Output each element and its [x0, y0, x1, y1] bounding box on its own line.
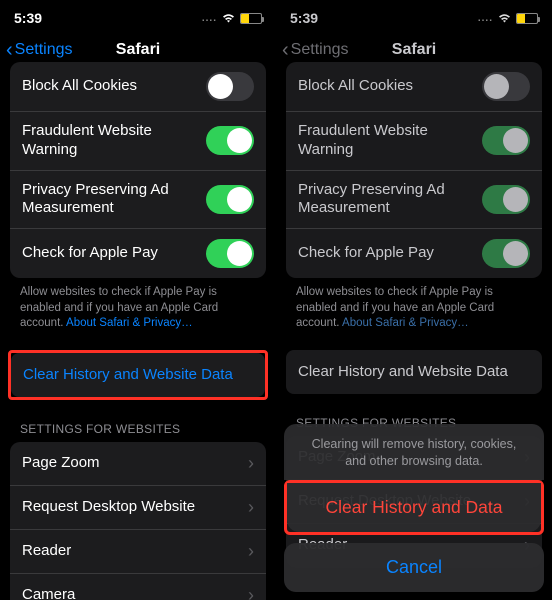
websites-group: Page Zoom› Request Desktop Website› Read… [10, 442, 266, 600]
row-reader[interactable]: Reader› [10, 530, 266, 574]
sheet-message: Clearing will remove history, cookies, a… [284, 424, 544, 480]
cellular-icon: .... [478, 13, 493, 24]
battery-icon [240, 13, 262, 24]
row-label: Block All Cookies [22, 77, 206, 96]
row-fraudulent[interactable]: Fraudulent Website Warning [10, 112, 266, 171]
row-desktop[interactable]: Request Desktop Website› [10, 486, 266, 530]
status-bar: 5:39 .... [0, 0, 276, 30]
chevron-left-icon: ‹ [6, 40, 13, 60]
left-screenshot: 5:39 .... ‹ Settings Safari Block All Co… [0, 0, 276, 600]
privacy-link[interactable]: About Safari & Privacy… [66, 317, 193, 329]
cellular-icon: .... [202, 13, 217, 24]
privacy-group: Block All Cookies Fraudulent Website War… [286, 62, 542, 278]
back-label: Settings [15, 41, 73, 59]
chevron-right-icon: › [248, 585, 254, 600]
row-label: Check for Apple Pay [22, 244, 206, 263]
privacy-footer: Allow websites to check if Apple Pay is … [0, 278, 276, 332]
wifi-icon [497, 11, 512, 26]
sheet-clear-button[interactable]: Clear History and Data [287, 483, 541, 532]
row-fraudulent: Fraudulent Website Warning [286, 112, 542, 171]
toggle-block-cookies[interactable] [206, 72, 254, 101]
nav-bar: ‹ Settings Safari [276, 30, 552, 70]
privacy-footer: Allow websites to check if Apple Pay is … [276, 278, 552, 332]
toggle-fraudulent[interactable] [206, 126, 254, 155]
right-screenshot: 5:39 .... ‹ Settings Safari Block All Co… [276, 0, 552, 600]
chevron-right-icon: › [248, 453, 254, 474]
back-label: Settings [291, 41, 349, 59]
row-ppam: Privacy Preserving Ad Measurement [286, 171, 542, 230]
row-ppam[interactable]: Privacy Preserving Ad Measurement [10, 171, 266, 230]
chevron-left-icon: ‹ [282, 40, 289, 60]
row-label: Fraudulent Website Warning [22, 122, 206, 160]
battery-icon [516, 13, 538, 24]
status-time: 5:39 [14, 10, 42, 26]
toggle-fraudulent [482, 126, 530, 155]
action-sheet: Clearing will remove history, cookies, a… [276, 424, 552, 600]
toggle-ppam[interactable] [206, 185, 254, 214]
nav-title: Safari [392, 41, 436, 59]
privacy-group: Block All Cookies Fraudulent Website War… [10, 62, 266, 278]
status-right: .... [478, 11, 538, 26]
row-label: Privacy Preserving Ad Measurement [22, 181, 206, 219]
clear-history-button[interactable]: Clear History and Website Data [11, 353, 265, 397]
sheet-cancel-button[interactable]: Cancel [284, 543, 544, 592]
status-bar: 5:39 .... [276, 0, 552, 30]
row-page-zoom[interactable]: Page Zoom› [10, 442, 266, 486]
row-camera[interactable]: Camera› [10, 574, 266, 600]
clear-group: Clear History and Website Data [286, 350, 542, 394]
toggle-ppam [482, 185, 530, 214]
nav-bar: ‹ Settings Safari [0, 30, 276, 70]
toggle-apple-pay[interactable] [206, 239, 254, 268]
status-time: 5:39 [290, 10, 318, 26]
highlight-clear: Clear History and Website Data [8, 350, 268, 400]
row-apple-pay: Check for Apple Pay [286, 229, 542, 278]
chevron-right-icon: › [248, 497, 254, 518]
websites-header: SETTINGS FOR WEBSITES [0, 400, 276, 442]
back-button[interactable]: ‹ Settings [0, 40, 72, 60]
row-apple-pay[interactable]: Check for Apple Pay [10, 229, 266, 278]
clear-label: Clear History and Website Data [23, 366, 233, 383]
chevron-right-icon: › [248, 541, 254, 562]
toggle-block-cookies [482, 72, 530, 101]
toggle-apple-pay [482, 239, 530, 268]
highlight-sheet-action: Clear History and Data [284, 480, 544, 535]
nav-title: Safari [116, 41, 160, 59]
privacy-link: About Safari & Privacy… [342, 317, 469, 329]
wifi-icon [221, 11, 236, 26]
clear-history-button: Clear History and Website Data [286, 350, 542, 394]
status-right: .... [202, 11, 262, 26]
back-button[interactable]: ‹ Settings [276, 40, 348, 60]
